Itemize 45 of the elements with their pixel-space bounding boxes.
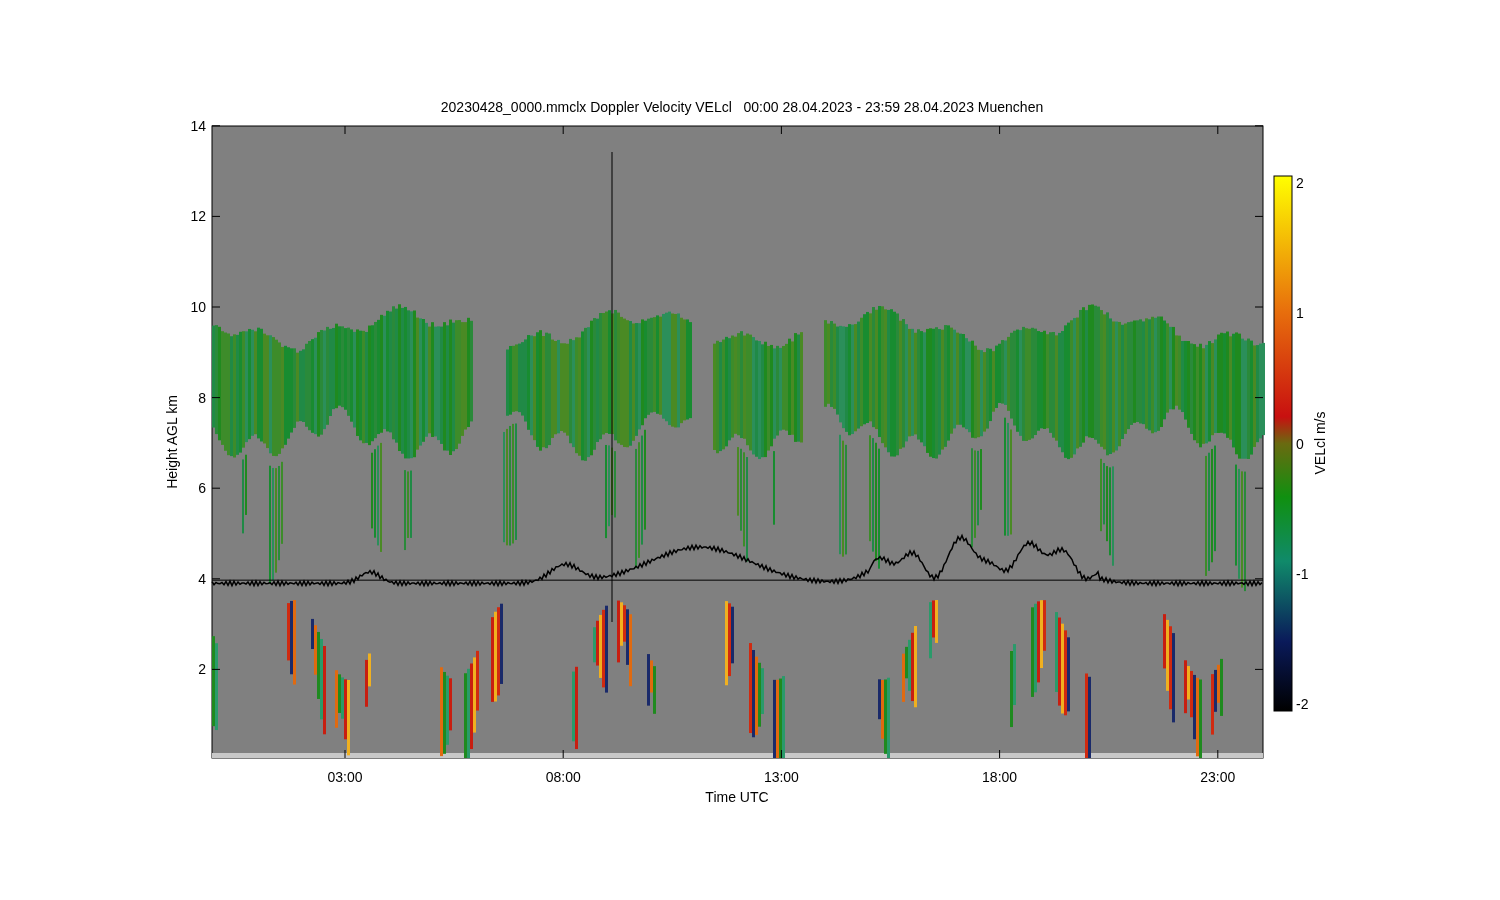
tick-mark — [211, 578, 221, 580]
tick-mark — [1217, 125, 1219, 135]
tick-mark — [211, 215, 221, 217]
tick-mark — [562, 125, 564, 135]
tick-mark — [1254, 215, 1264, 217]
colorbar-label: VELcl m/s — [1312, 411, 1328, 475]
tick-mark — [1217, 749, 1219, 759]
y-tick-label: 12 — [190, 208, 206, 225]
y-tick-label: 4 — [198, 570, 206, 587]
y-axis-label: Height AGL km — [164, 395, 180, 489]
tick-mark — [999, 125, 1001, 135]
x-tick-label: 18:00 — [982, 769, 1018, 785]
tick-mark — [780, 125, 782, 135]
tick-mark — [1254, 668, 1264, 670]
y-tick-label: 2 — [198, 661, 206, 678]
tick-mark — [211, 668, 221, 670]
colorbar-tick-label: 2 — [1296, 175, 1304, 191]
tick-mark — [344, 125, 346, 135]
colorbar-tick-label: 1 — [1296, 305, 1304, 322]
plot-title: 20230428_0000.mmclx Doppler Velocity VELcl 00:00 28.04.2023 - 23:59 28.04.2023 Muenchen — [440, 99, 1044, 115]
x-tick-label: 13:00 — [763, 769, 799, 785]
tick-mark — [780, 749, 782, 759]
tick-mark — [1254, 306, 1264, 308]
tick-mark — [1254, 125, 1264, 127]
y-tick-label: 8 — [198, 389, 206, 406]
tick-mark — [211, 487, 221, 489]
tick-mark — [1254, 397, 1264, 399]
tick-mark — [1254, 487, 1264, 489]
tick-mark — [999, 749, 1001, 759]
y-tick-label: 10 — [190, 299, 206, 315]
colorbar-tick-label: -1 — [1296, 565, 1309, 582]
y-tick-label: 14 — [190, 117, 206, 134]
x-tick-label: 23:00 — [1200, 769, 1236, 785]
tick-mark — [211, 125, 221, 127]
tick-mark — [211, 397, 221, 399]
x-axis-label: Time UTC — [705, 789, 769, 805]
y-tick-label: 6 — [198, 480, 206, 497]
colorbar-tick-label: -2 — [1296, 696, 1309, 713]
x-tick-label: 08:00 — [545, 769, 581, 785]
tick-mark — [1254, 578, 1264, 580]
tick-mark — [562, 749, 564, 759]
tick-mark — [211, 306, 221, 308]
tick-mark — [344, 749, 346, 759]
x-tick-label: 03:00 — [327, 769, 363, 785]
colorbar-tick-label: 0 — [1296, 435, 1304, 452]
